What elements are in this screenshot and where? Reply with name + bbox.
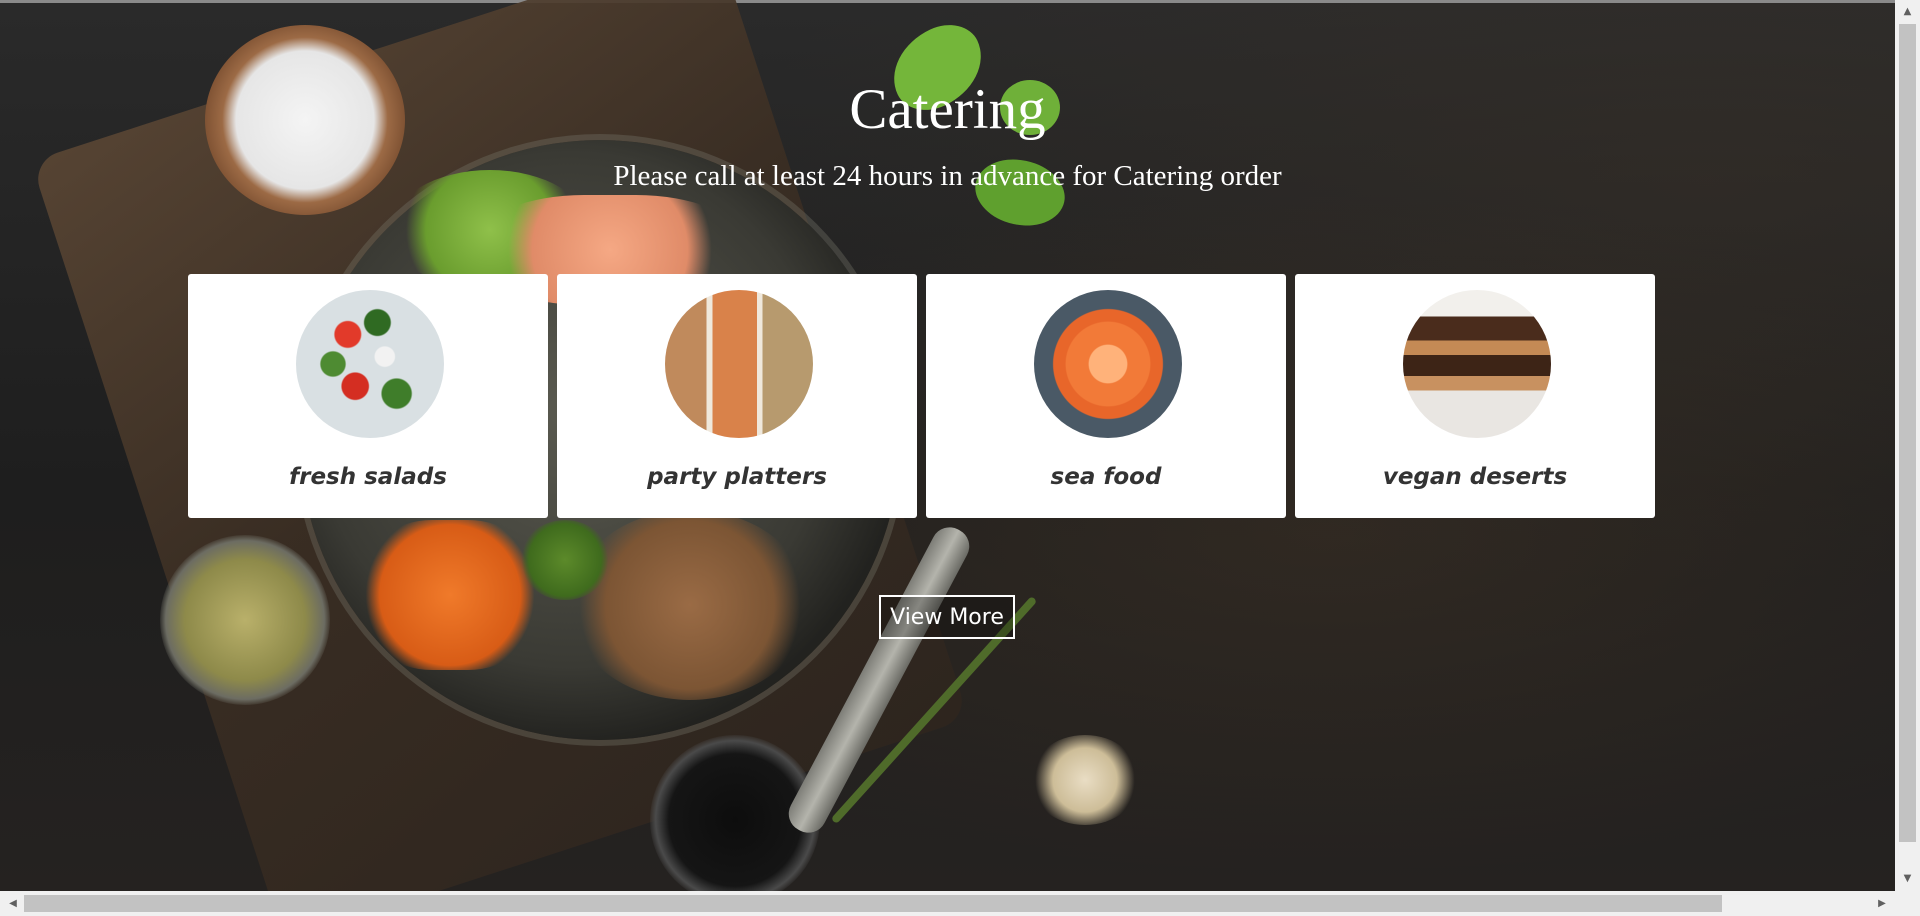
card-vegan-deserts[interactable]: vegan deserts [1295,274,1655,518]
scroll-left-arrow-icon[interactable]: ◀ [2,891,24,916]
fork-image [782,520,976,840]
card-party-platters[interactable]: party platters [557,274,917,518]
pistachio-bowl-image [160,535,330,705]
brownie-photo [1403,290,1551,438]
broccoli-image [520,520,610,600]
card-fresh-salads[interactable]: fresh salads [188,274,548,518]
card-label: vegan deserts [1382,464,1568,490]
page-subtitle: Please call at least 24 hours in advance… [613,160,1282,192]
salad-photo [296,290,444,438]
horizontal-scroll-thumb[interactable] [24,895,1722,912]
scroll-up-arrow-icon[interactable]: ▲ [1895,2,1920,22]
garlic-image [1030,735,1140,825]
card-label: party platters [647,464,827,490]
buckwheat-image [570,510,810,700]
scroll-down-arrow-icon[interactable]: ▼ [1895,869,1920,889]
carrots-image [360,520,540,670]
card-sea-food[interactable]: sea food [926,274,1286,518]
horizontal-scrollbar[interactable]: ◀ ▶ [0,891,1895,916]
card-label: sea food [1050,464,1162,490]
scroll-right-arrow-icon[interactable]: ▶ [1871,891,1893,916]
top-border [0,0,1895,3]
view-more-button[interactable]: View More [879,595,1015,639]
page-title: Catering [849,78,1046,141]
platter-photo [665,290,813,438]
scrollbar-corner [1895,891,1920,916]
catering-section: Catering Please call at least 24 hours i… [0,0,1895,891]
catering-cards: fresh salads party platters sea food veg… [188,274,1656,518]
vertical-scroll-thumb[interactable] [1899,24,1916,842]
shrimp-photo [1034,290,1182,438]
sauce-bowl-image [650,735,820,891]
card-label: fresh salads [289,464,447,490]
vertical-scrollbar[interactable]: ▲ ▼ [1895,0,1920,891]
